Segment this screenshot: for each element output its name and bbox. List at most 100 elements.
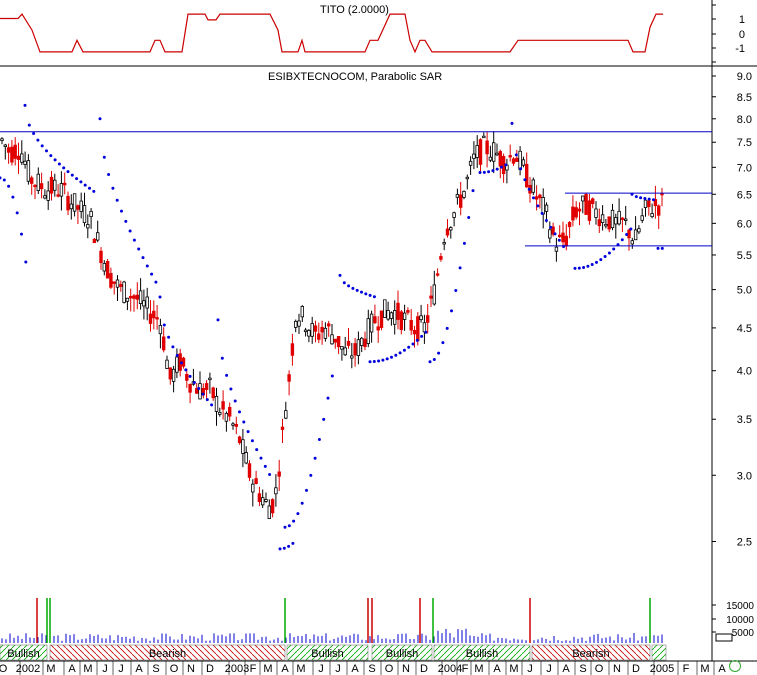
sar-dot bbox=[586, 264, 590, 268]
candle-body bbox=[251, 483, 255, 493]
sar-dot bbox=[372, 295, 376, 299]
candle-body bbox=[112, 281, 116, 284]
candle-body bbox=[122, 281, 126, 303]
sar-dot bbox=[45, 149, 48, 153]
x-tick-label: O bbox=[595, 663, 604, 675]
x-tick-label: J bbox=[527, 663, 533, 675]
sar-dot bbox=[322, 417, 326, 421]
x-tick-label: J bbox=[118, 663, 124, 675]
sar-dot bbox=[441, 341, 445, 345]
x-tick-label: A bbox=[68, 663, 76, 675]
sar-dot bbox=[364, 292, 368, 296]
candle-body bbox=[280, 426, 285, 430]
sar-dot bbox=[180, 361, 183, 365]
candle-body bbox=[511, 158, 516, 164]
settings-icon[interactable] bbox=[729, 660, 741, 672]
candle-body bbox=[534, 196, 539, 200]
sar-dot bbox=[263, 464, 267, 468]
candle-body bbox=[224, 412, 229, 422]
candle-body bbox=[340, 345, 344, 350]
candle-body bbox=[218, 411, 222, 415]
sar-dot bbox=[482, 170, 486, 174]
candle-body bbox=[277, 471, 281, 477]
candle-body bbox=[290, 343, 295, 356]
candle-body bbox=[482, 135, 486, 139]
x-tick-label: A bbox=[281, 663, 289, 675]
candle-body bbox=[264, 499, 268, 502]
sar-dot bbox=[471, 189, 475, 193]
sar-dot bbox=[115, 198, 119, 202]
candle-body bbox=[330, 334, 334, 345]
candle-body bbox=[498, 151, 502, 167]
candle-body bbox=[640, 215, 644, 221]
sar-dot bbox=[599, 258, 603, 262]
candle-body bbox=[82, 205, 87, 224]
candle-body bbox=[475, 145, 479, 158]
candle-body bbox=[171, 368, 176, 382]
sar-dot bbox=[255, 448, 259, 452]
candle-body bbox=[333, 338, 337, 343]
candle-body bbox=[247, 463, 252, 478]
indicator-tick-label: 0 bbox=[739, 29, 745, 41]
sar-dot bbox=[184, 368, 188, 372]
candle-body bbox=[581, 195, 585, 202]
sar-dot bbox=[355, 288, 359, 292]
sar-dot bbox=[390, 355, 393, 359]
candle-body bbox=[89, 210, 93, 217]
sar-dot bbox=[250, 439, 254, 443]
sar-dot bbox=[368, 360, 372, 364]
candle-body bbox=[647, 200, 651, 208]
candle-body bbox=[287, 374, 291, 382]
sar-dot bbox=[0, 176, 2, 180]
candle-body bbox=[300, 306, 304, 318]
candle-body bbox=[23, 160, 27, 165]
sar-dot bbox=[300, 501, 304, 505]
sar-dot bbox=[647, 197, 651, 201]
sar-dot bbox=[233, 399, 237, 403]
candle-body bbox=[86, 224, 90, 229]
sar-dot bbox=[62, 166, 66, 170]
candle-body bbox=[142, 300, 146, 307]
sar-dot bbox=[454, 289, 458, 293]
candle-body bbox=[392, 310, 397, 325]
sar-dot bbox=[132, 238, 136, 242]
price-tick-label: 4.5 bbox=[737, 323, 752, 335]
candle-body bbox=[561, 232, 565, 243]
candle-body bbox=[260, 497, 265, 506]
sar-dot bbox=[462, 241, 466, 245]
candle-body bbox=[478, 139, 483, 165]
candle-body bbox=[214, 395, 219, 412]
candle-body bbox=[79, 200, 83, 212]
candle-body bbox=[587, 200, 592, 221]
candle-body bbox=[491, 142, 496, 162]
candle-body bbox=[175, 356, 179, 373]
x-tick-label: D bbox=[632, 663, 640, 675]
candle-body bbox=[521, 159, 526, 166]
candle-body bbox=[36, 173, 40, 191]
sar-dot bbox=[549, 225, 553, 229]
sar-dot bbox=[128, 229, 132, 233]
sar-dot bbox=[278, 547, 282, 551]
candle-body bbox=[409, 320, 413, 331]
candle-body bbox=[20, 153, 24, 163]
candle-body bbox=[571, 206, 575, 221]
candle-body bbox=[3, 144, 7, 147]
candle-body bbox=[399, 311, 403, 330]
candle-body bbox=[458, 194, 463, 208]
price-tick-label: 2.5 bbox=[737, 537, 752, 549]
sar-dot bbox=[259, 456, 263, 460]
candle-body bbox=[389, 312, 394, 319]
trend-band-label: Bearish bbox=[572, 648, 609, 660]
x-tick-label: 2005 bbox=[650, 663, 674, 675]
candle-body bbox=[297, 320, 301, 327]
candle-body bbox=[627, 229, 631, 239]
candle-body bbox=[105, 260, 110, 279]
sar-dot bbox=[450, 309, 453, 313]
candle-body bbox=[597, 219, 601, 227]
trend-band bbox=[651, 644, 667, 661]
volume-tick-label: 10000 bbox=[726, 615, 754, 626]
sar-dot bbox=[15, 211, 19, 215]
candle-body bbox=[231, 423, 235, 426]
sar-dot bbox=[292, 519, 296, 523]
candle-body bbox=[56, 194, 60, 197]
